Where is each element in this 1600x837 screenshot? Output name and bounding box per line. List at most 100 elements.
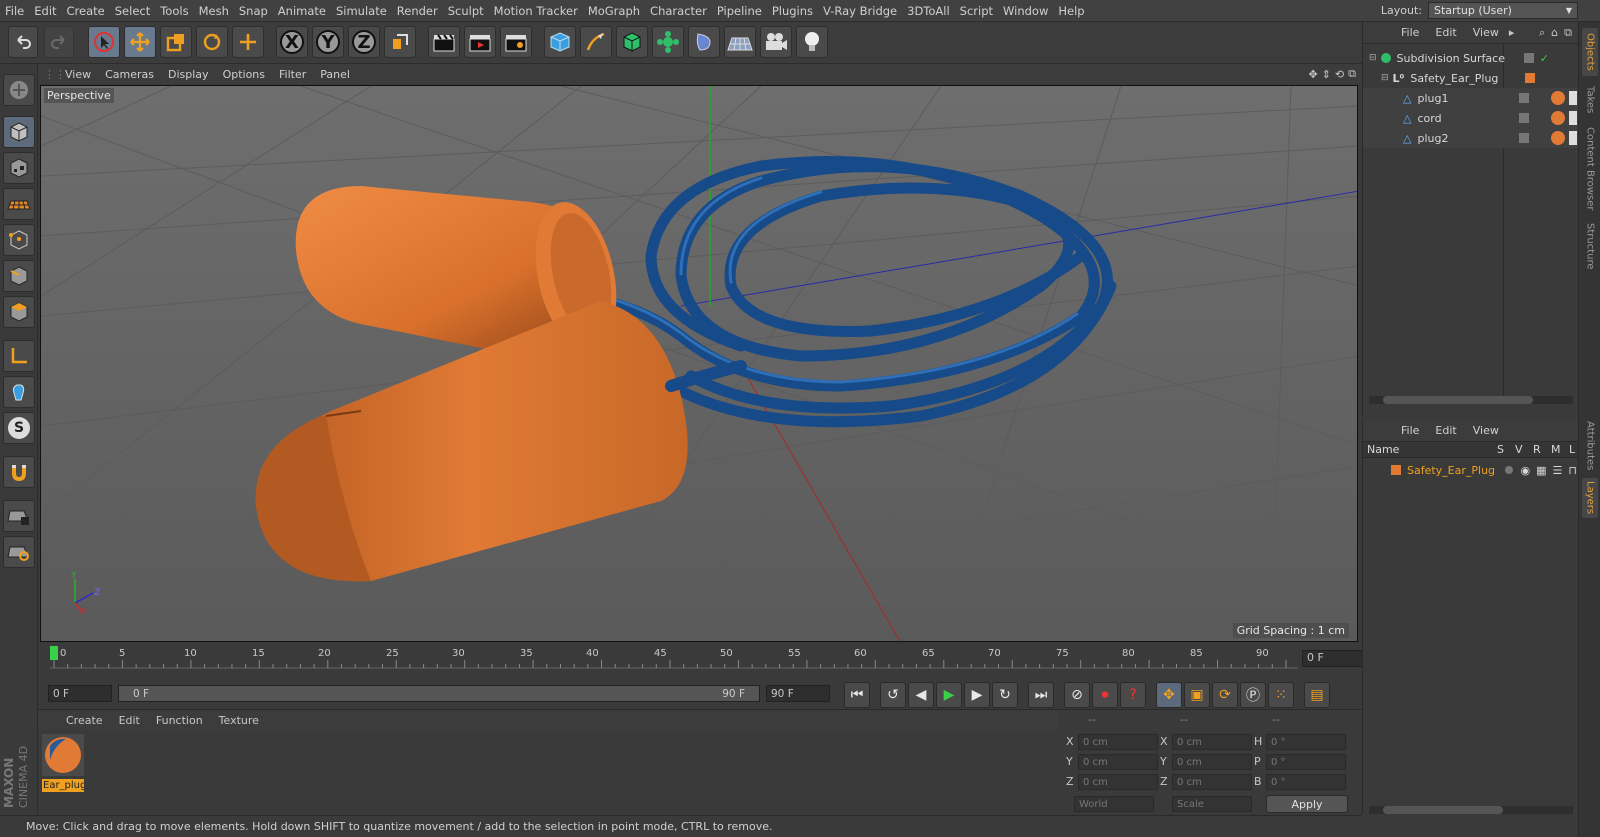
snap-button[interactable] <box>3 456 35 488</box>
viewport-camera-label[interactable]: Perspective <box>44 88 114 103</box>
layout-dropdown[interactable]: Startup (User) ▼ <box>1428 2 1578 19</box>
texture-mode-button[interactable] <box>3 152 35 184</box>
checker-tag-icon[interactable] <box>1569 111 1577 125</box>
home-icon[interactable]: ⌂ <box>1551 26 1558 39</box>
points-mode-button[interactable] <box>3 224 35 256</box>
checkmark-icon[interactable]: ✓ <box>1540 52 1549 65</box>
viewport-move-icon[interactable]: ✥ <box>1308 68 1317 81</box>
prev-key-button[interactable]: ↺ <box>880 682 906 708</box>
solo-dot-icon[interactable] <box>1504 466 1513 474</box>
object-row-subdivision[interactable]: ⊟ Subdivision Surface ✓ <box>1363 48 1579 68</box>
redo-button[interactable] <box>44 26 74 58</box>
checker-tag-icon[interactable] <box>1569 91 1577 105</box>
max-frame-input[interactable]: 90 F <box>766 685 830 702</box>
coord-size-z-field[interactable]: 0 cm <box>1172 774 1252 790</box>
visible-eye-icon[interactable]: ◉ <box>1521 464 1531 477</box>
object-menu-edit[interactable]: Edit <box>1427 26 1464 39</box>
workplane-lock-button[interactable] <box>3 500 35 532</box>
polygons-mode-button[interactable] <box>3 296 35 328</box>
y-axis-lock-button[interactable]: Y <box>312 26 344 58</box>
camera-button[interactable] <box>760 26 792 58</box>
tab-content-browser[interactable]: Content Browser <box>1582 124 1598 214</box>
menu-create[interactable]: Create <box>62 4 110 18</box>
tab-structure[interactable]: Structure <box>1582 218 1598 274</box>
spline-pen-button[interactable] <box>580 26 612 58</box>
layer-col-v[interactable]: V <box>1515 443 1533 456</box>
range-slider[interactable]: 0 F 90 F <box>118 685 760 702</box>
current-frame-input[interactable]: 0 F <box>48 685 112 702</box>
next-frame-button[interactable]: ▶ <box>964 682 990 708</box>
menu-mograph[interactable]: MoGraph <box>583 4 645 18</box>
current-frame-field[interactable]: 0 F <box>1302 650 1364 667</box>
object-row-plug1[interactable]: △ plug1 <box>1363 88 1579 108</box>
viewport-rotate-icon[interactable]: ⟲ <box>1335 68 1344 81</box>
locked-icon[interactable]: ⊓ <box>1568 464 1577 477</box>
viewport-menu-cameras[interactable]: Cameras <box>98 68 161 81</box>
tab-layers[interactable]: Layers <box>1582 478 1598 518</box>
menu-mesh[interactable]: Mesh <box>194 4 234 18</box>
menu-3dtoall[interactable]: 3DToAll <box>902 4 955 18</box>
cloner-button[interactable] <box>652 26 684 58</box>
record-button[interactable]: ⏺ <box>1092 682 1118 708</box>
layer-col-r[interactable]: R <box>1533 443 1551 456</box>
menu-help[interactable]: Help <box>1053 4 1089 18</box>
material-menu-function[interactable]: Function <box>148 714 211 727</box>
menu-edit[interactable]: Edit <box>29 4 61 18</box>
transform-tool-button[interactable] <box>232 26 264 58</box>
new-window-icon[interactable]: ⧉ <box>1564 26 1572 40</box>
layer-menu-file[interactable]: File <box>1393 424 1427 437</box>
object-menu-view[interactable]: View <box>1465 26 1507 39</box>
workplane-mode-button[interactable] <box>3 188 35 220</box>
edit-toggle-icon[interactable] <box>1519 113 1529 123</box>
viewport-menu-options[interactable]: Options <box>216 68 272 81</box>
solo-mode-button[interactable]: S <box>3 412 35 444</box>
object-menu-more-icon[interactable]: ▸ <box>1509 26 1515 39</box>
auto-key-button[interactable]: ? <box>1120 682 1146 708</box>
menu-animate[interactable]: Animate <box>273 4 331 18</box>
floor-button[interactable] <box>724 26 756 58</box>
menu-snap[interactable]: Snap <box>234 4 273 18</box>
coord-mode-scale-dropdown[interactable]: Scale <box>1172 796 1252 812</box>
coord-pos-x-field[interactable]: 0 cm <box>1078 734 1158 750</box>
menu-select[interactable]: Select <box>110 4 155 18</box>
layer-row[interactable]: Safety_Ear_Plug ◉ ▦ ☰ ⊓ <box>1363 460 1579 480</box>
checker-tag-icon[interactable] <box>1569 131 1577 145</box>
timeline[interactable]: 0 5 10 15 20 25 30 35 40 45 50 55 60 65 … <box>38 646 1364 676</box>
edit-toggle-icon[interactable] <box>1519 133 1529 143</box>
x-axis-lock-button[interactable]: X <box>276 26 308 58</box>
menu-render[interactable]: Render <box>392 4 443 18</box>
scrollbar-thumb[interactable] <box>1383 806 1503 814</box>
material-tag-icon[interactable] <box>1551 111 1565 125</box>
coord-pos-z-field[interactable]: 0 cm <box>1078 774 1158 790</box>
render-view-button[interactable] <box>428 26 460 58</box>
menu-file[interactable]: File <box>0 4 29 18</box>
layer-horizontal-scrollbar[interactable] <box>1369 806 1573 814</box>
edges-mode-button[interactable] <box>3 260 35 292</box>
material-menu-create[interactable]: Create <box>58 714 111 727</box>
key-scale-button[interactable]: ▣ <box>1184 682 1210 708</box>
tweak-mode-button[interactable] <box>3 376 35 408</box>
material-menu-texture[interactable]: Texture <box>211 714 267 727</box>
scale-tool-button[interactable] <box>160 26 192 58</box>
object-row-safety-ear-plug[interactable]: ⊟ L⁰ Safety_Ear_Plug <box>1363 68 1579 88</box>
move-tool-button[interactable] <box>124 26 156 58</box>
coordinate-system-button[interactable] <box>384 26 416 58</box>
layer-menu-view[interactable]: View <box>1465 424 1507 437</box>
menu-motion-tracker[interactable]: Motion Tracker <box>489 4 583 18</box>
object-menu-file[interactable]: File <box>1393 26 1427 39</box>
render-settings-button[interactable] <box>500 26 532 58</box>
goto-start-button[interactable]: ⏮ <box>844 682 870 708</box>
tree-collapse-icon[interactable]: ⊟ <box>1381 73 1389 83</box>
tab-takes[interactable]: Takes <box>1582 82 1598 118</box>
make-editable-button[interactable] <box>3 74 35 106</box>
layer-col-m[interactable]: M <box>1551 443 1569 456</box>
motion-path-button[interactable]: ⊘ <box>1064 682 1090 708</box>
menu-script[interactable]: Script <box>955 4 998 18</box>
undo-button[interactable] <box>8 26 38 58</box>
goto-end-button[interactable]: ⏭ <box>1028 682 1054 708</box>
cube-object-button[interactable] <box>544 26 576 58</box>
scrollbar-thumb[interactable] <box>1383 396 1533 404</box>
coord-pos-y-field[interactable]: 0 cm <box>1078 754 1158 770</box>
viewport-maximize-icon[interactable]: ⧉ <box>1348 67 1356 81</box>
render-icon[interactable]: ▦ <box>1536 464 1546 477</box>
